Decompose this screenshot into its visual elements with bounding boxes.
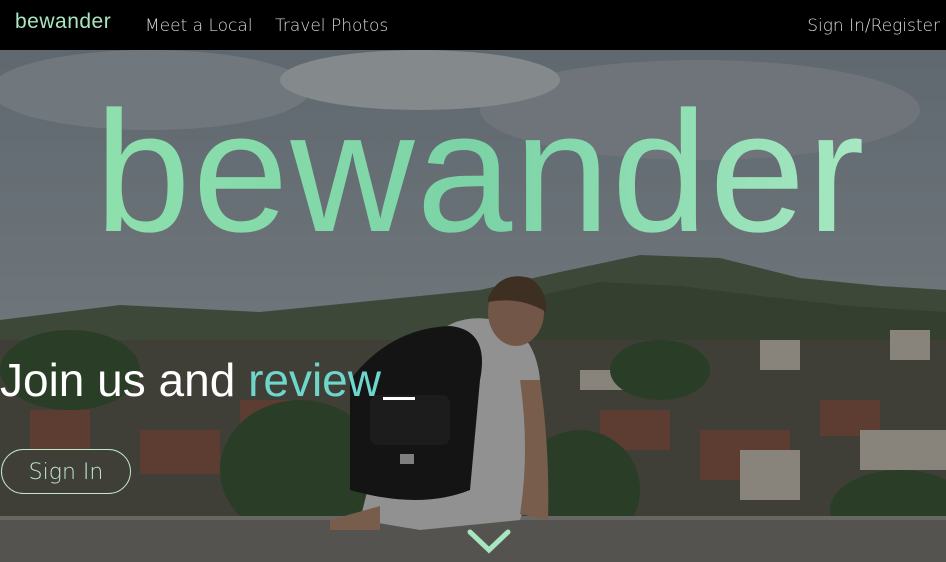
hero-signin-button[interactable]: Sign In	[1, 449, 131, 494]
chevron-down-icon[interactable]	[467, 528, 511, 554]
hero-logo-text: bewander	[95, 96, 866, 241]
nav-link-travel-photos[interactable]: Travel Photos	[275, 16, 388, 36]
nav-link-meet-a-local[interactable]: Meet a Local	[145, 16, 253, 36]
top-navbar: bewander Meet a Local Travel Photos Sign…	[0, 0, 946, 50]
typing-cursor	[383, 397, 415, 400]
tagline-rotating-word: review	[248, 354, 381, 406]
signin-register-link[interactable]: Sign In/Register	[807, 16, 940, 36]
hero-section: bewander Join us and review Sign In	[0, 50, 946, 562]
tagline-prefix: Join us and	[0, 354, 236, 406]
brand-logo-link[interactable]: bewander	[15, 10, 111, 34]
hero-tagline: Join us and review	[0, 353, 415, 407]
hero-logo: bewander	[95, 96, 866, 241]
